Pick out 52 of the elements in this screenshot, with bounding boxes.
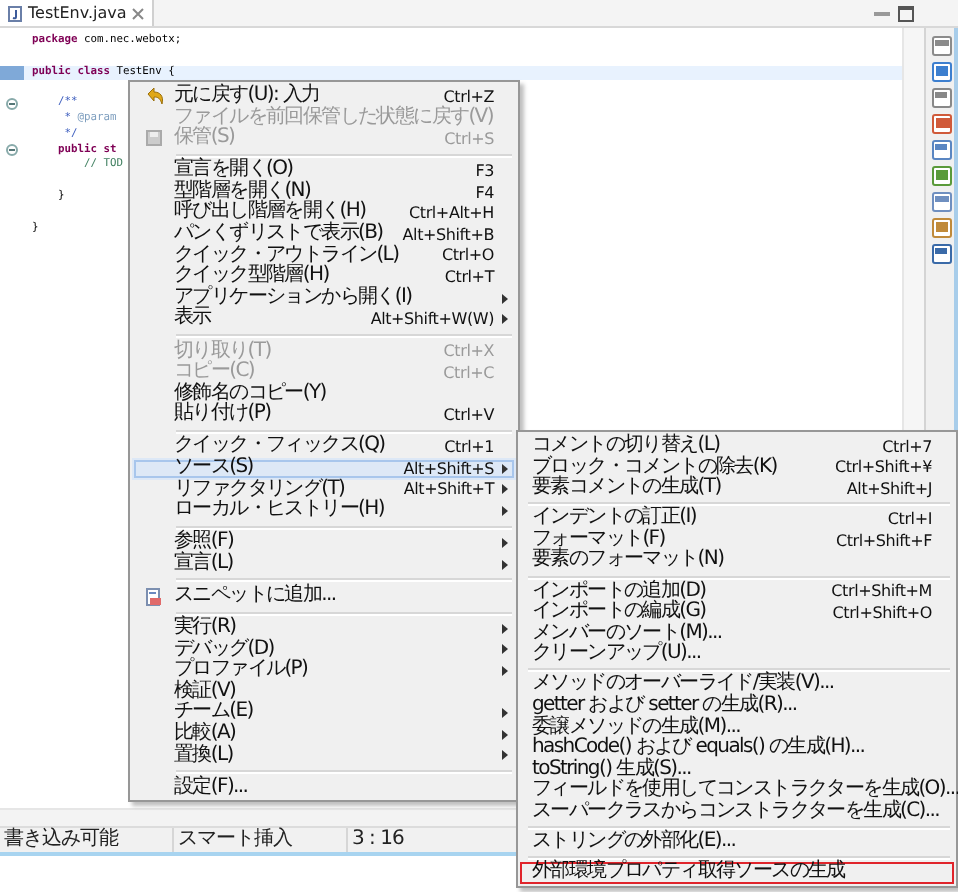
menu-item[interactable]: 参照(F) xyxy=(132,532,516,554)
status-text: 書き込み可能 xyxy=(0,828,174,852)
view-icon[interactable] xyxy=(932,140,952,160)
menu-item[interactable]: 検証(V) xyxy=(132,681,516,703)
menu-item[interactable]: 比較(A) xyxy=(132,724,516,746)
menu-item[interactable]: 宣言を開く(O) F3 xyxy=(132,160,516,182)
menu-item[interactable]: ソース(S) Alt+Shift+S xyxy=(132,458,516,480)
menu-item[interactable]: クイック・フィックス(Q) Ctrl+1 xyxy=(132,436,516,458)
menu-item[interactable]: インポートの編成(G) Ctrl+Shift+O xyxy=(520,602,954,624)
menu-item[interactable]: デバッグ(D) xyxy=(132,639,516,661)
menu-item[interactable]: 要素コメントの生成(T) Alt+Shift+J xyxy=(520,478,954,500)
menu-item[interactable]: プロファイル(P) xyxy=(132,660,516,682)
undo-arrow-icon xyxy=(145,88,163,105)
view-icon[interactable] xyxy=(932,244,952,264)
collapse-icon[interactable] xyxy=(6,98,18,111)
menu-item[interactable]: 実行(R) xyxy=(132,618,516,640)
menu-item[interactable]: フィールドを使用してコンストラクターを生成(O)... xyxy=(520,780,954,802)
menu-item[interactable]: リファクタリング(T) Alt+Shift+T xyxy=(132,479,516,501)
view-icon[interactable] xyxy=(932,114,952,134)
java-file-icon xyxy=(8,5,22,21)
menu-item[interactable]: hashCode() および equals() の生成(H)... xyxy=(520,738,954,760)
view-icon[interactable] xyxy=(932,36,952,56)
menu-item[interactable]: コメントの切り替え(L) Ctrl+7 xyxy=(520,436,954,458)
view-icon[interactable] xyxy=(932,62,952,82)
menu-item[interactable]: 外部環境プロパティ取得ソースの生成 xyxy=(520,862,954,884)
menu-item[interactable]: 貼り付け(P) Ctrl+V xyxy=(132,404,516,426)
view-icon[interactable] xyxy=(932,88,952,108)
menu-item[interactable]: ローカル・ヒストリー(H) xyxy=(132,500,516,522)
menu-item[interactable]: 置換(L) xyxy=(132,745,516,767)
menu-item[interactable]: 元に戻す(U): 入力 Ctrl+Z xyxy=(132,86,516,108)
menu-item[interactable]: クリーンアップ(U)... xyxy=(520,644,954,666)
menu-item[interactable]: 設定(F)... xyxy=(132,777,516,799)
horizontal-scrollbar[interactable] xyxy=(0,808,516,826)
menu-item[interactable]: クイック・アウトライン(L) Ctrl+O xyxy=(132,245,516,267)
menu-item[interactable]: 宣言(L) xyxy=(132,553,516,575)
menu-item[interactable]: 表示 Alt+Shift+W(W) xyxy=(132,308,516,331)
editor-tab[interactable]: TestEnv.java xyxy=(0,0,155,26)
maximize-icon[interactable] xyxy=(898,5,914,21)
view-icon[interactable] xyxy=(932,166,952,186)
menu-item[interactable]: getter および setter の生成(R)... xyxy=(520,696,954,718)
collapse-icon[interactable] xyxy=(6,144,18,157)
close-icon[interactable] xyxy=(132,7,145,19)
menu-item[interactable]: インデントの訂正(I) Ctrl+I xyxy=(520,508,954,530)
view-icon[interactable] xyxy=(932,218,952,238)
view-icon[interactable] xyxy=(932,192,952,212)
menu-item[interactable]: スニペットに追加... xyxy=(132,585,516,608)
menu-item[interactable]: パンくずリストで表示(B) Alt+Shift+B xyxy=(132,224,516,246)
status-text: スマート挿入 xyxy=(174,828,348,852)
menu-item[interactable]: スーパークラスからコンストラクターを生成(C)... xyxy=(520,802,954,824)
document-icon xyxy=(146,587,162,606)
menu-item[interactable]: 要素のフォーマット(N) xyxy=(520,550,954,573)
menu-item[interactable]: クイック型階層(H) Ctrl+T xyxy=(132,266,516,288)
